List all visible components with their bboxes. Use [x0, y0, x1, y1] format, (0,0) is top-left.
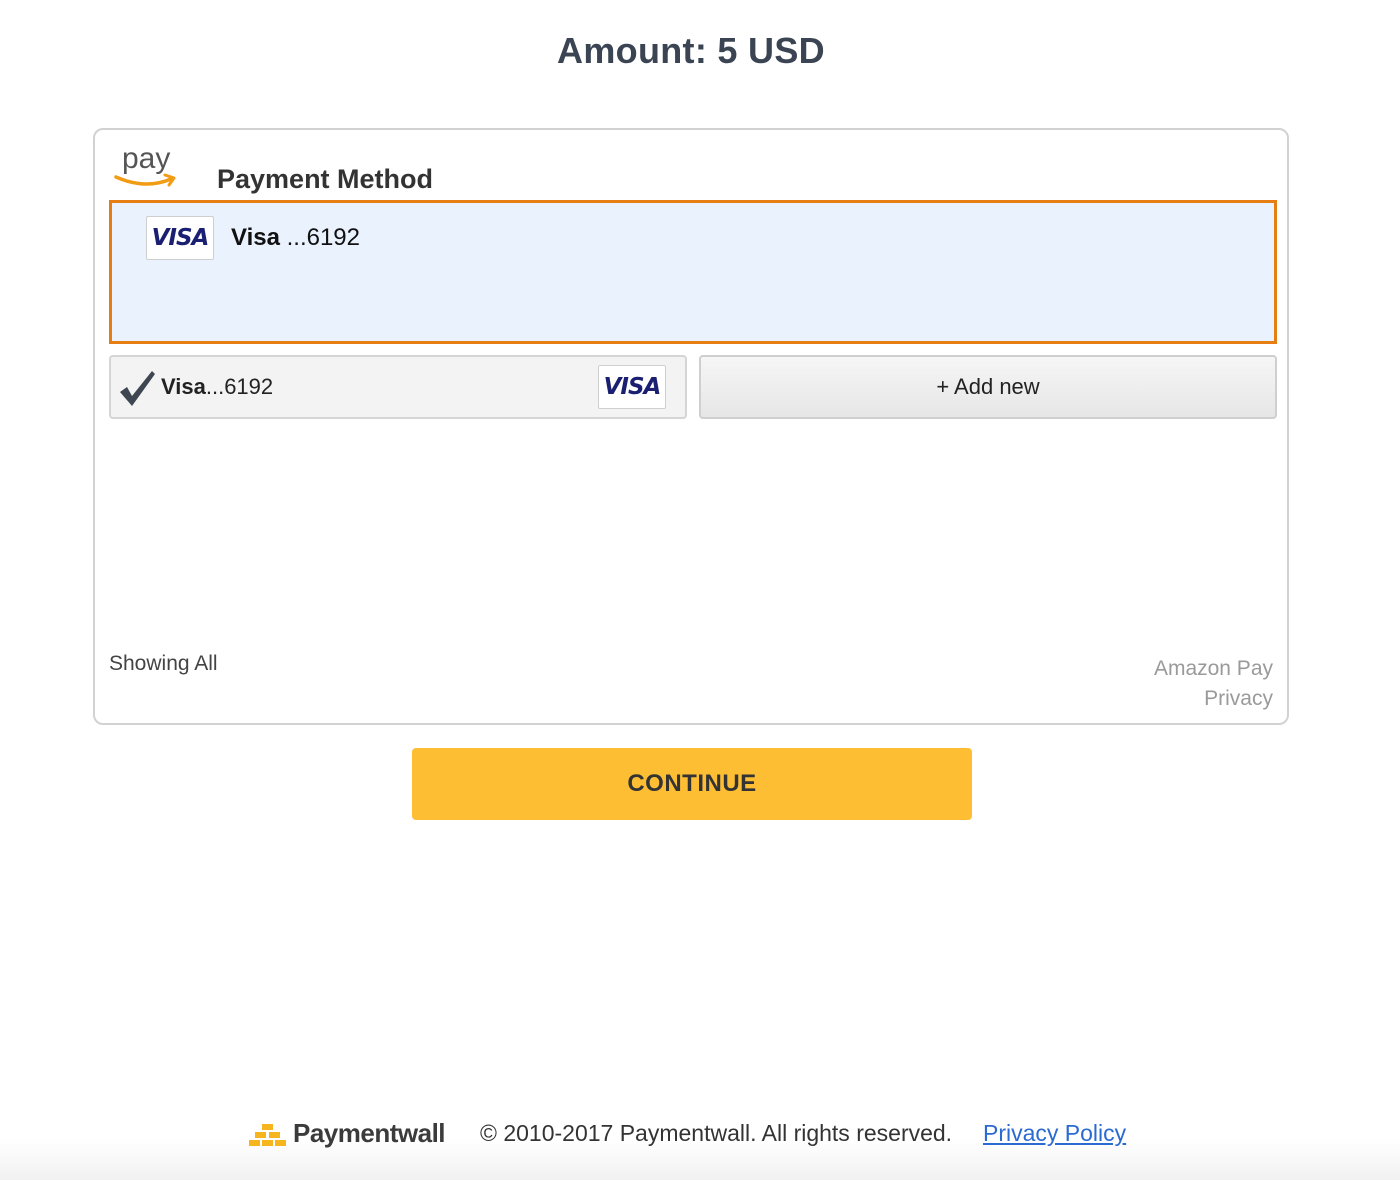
amazon-pay-label: Amazon Pay — [1153, 657, 1273, 680]
widget-title: Payment Method — [217, 164, 434, 194]
amazon-pay-privacy-link[interactable]: Amazon Pay Privacy — [1154, 654, 1273, 714]
payment-method-widget: pay Payment Method VISA Visa ...6192 Vis… — [93, 128, 1289, 725]
paymentwall-logo-text: Paymentwall — [293, 1118, 446, 1148]
continue-button[interactable]: CONTINUE — [412, 748, 972, 820]
paymentwall-logo-icon — [249, 1124, 286, 1146]
selected-card-label: Visa ...6192 — [231, 224, 360, 252]
copyright-text: © 2010-2017 Paymentwall. All rights rese… — [480, 1120, 953, 1146]
visa-card-icon: VISA — [146, 216, 214, 260]
amount-title: Amount: 5 USD — [557, 30, 825, 71]
selected-payment-card[interactable]: VISA Visa ...6192 — [109, 200, 1277, 344]
footer: Paymentwall © 2010-2017 Paymentwall. All… — [0, 1090, 1400, 1180]
add-new-card-button[interactable]: + Add new — [699, 355, 1277, 419]
showing-all-label: Showing All — [109, 652, 218, 675]
selected-card-brand: Visa — [231, 224, 280, 251]
visa-card-icon: VISA — [598, 365, 666, 409]
amazon-smile-arrow-icon — [114, 173, 176, 187]
amazon-pay-logo-text: pay — [122, 142, 171, 175]
privacy-policy-link[interactable]: Privacy Policy — [983, 1120, 1126, 1147]
payment-options-row: Visa...6192 VISA + Add new — [109, 355, 1277, 419]
checkmark-icon — [120, 371, 155, 406]
saved-card-brand: Visa — [161, 374, 206, 399]
saved-card-option[interactable]: Visa...6192 VISA — [109, 355, 687, 419]
privacy-label: Privacy — [1204, 687, 1273, 710]
selected-card-digits: ...6192 — [279, 224, 360, 251]
amazon-pay-logo: pay — [113, 142, 183, 202]
saved-card-label: Visa...6192 — [161, 374, 273, 400]
saved-card-digits: ...6192 — [205, 374, 274, 399]
